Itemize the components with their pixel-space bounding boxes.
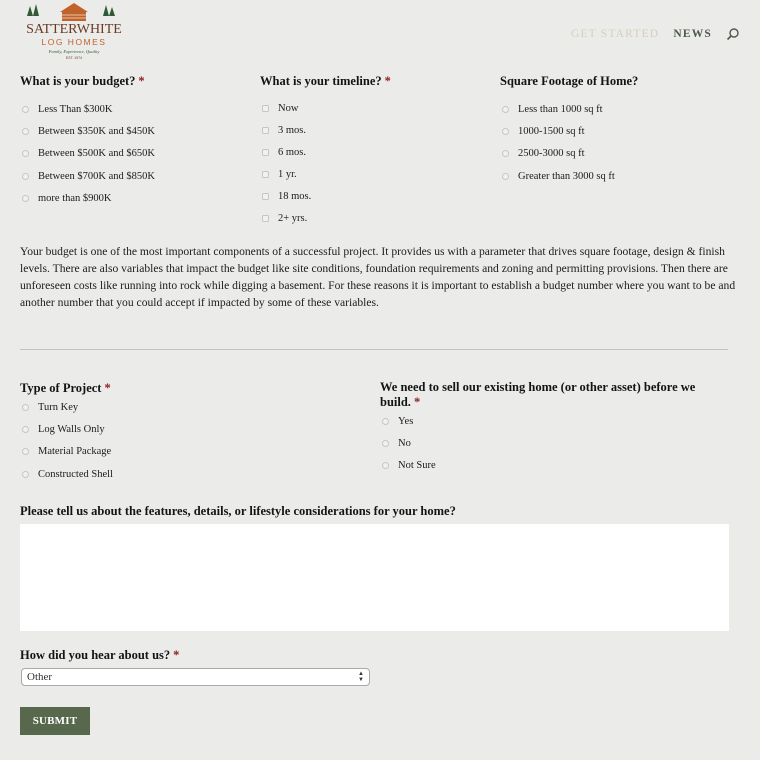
timeline-option[interactable]: 2+ yrs. xyxy=(260,207,480,229)
required-marker: * xyxy=(413,395,421,409)
logo-graphic: SATTERWHITE LOG HOMES Family, Experience… xyxy=(26,3,122,60)
budget-option[interactable]: more than $900K xyxy=(20,188,240,210)
radio-button[interactable] xyxy=(22,195,29,203)
required-marker: * xyxy=(173,648,180,662)
checkbox[interactable] xyxy=(262,148,269,156)
radio-button[interactable] xyxy=(22,448,29,456)
checkbox[interactable] xyxy=(262,170,269,178)
checkbox[interactable] xyxy=(262,126,269,134)
radio-button[interactable] xyxy=(22,426,29,434)
sell-home-group: We need to sell our existing home (or ot… xyxy=(380,380,720,477)
nav-news[interactable]: NEWS xyxy=(673,28,712,40)
radio-button[interactable] xyxy=(382,440,389,448)
features-label: Please tell us about the features, detai… xyxy=(20,504,456,518)
radio-button[interactable] xyxy=(22,470,29,478)
checkbox[interactable] xyxy=(262,214,269,222)
project-type-option[interactable]: Constructed Shell xyxy=(20,463,350,485)
project-type-option[interactable]: Turn Key xyxy=(20,396,350,418)
timeline-option[interactable]: 6 mos. xyxy=(260,141,480,163)
project-type-group: Type of Project * Turn Key Log Walls Only… xyxy=(20,381,350,486)
radio-button[interactable] xyxy=(502,105,509,113)
sell-home-option[interactable]: Yes xyxy=(380,410,720,432)
project-type-option[interactable]: Log Walls Only xyxy=(20,418,350,440)
radio-button[interactable] xyxy=(22,150,29,158)
checkbox[interactable] xyxy=(262,192,269,200)
radio-button[interactable] xyxy=(502,172,509,180)
project-type-question: Type of Project * xyxy=(20,381,111,395)
footage-option[interactable]: Greater than 3000 sq ft xyxy=(500,165,740,187)
referral-select[interactable]: Other ▲ ▼ xyxy=(21,668,370,686)
budget-group: What is your budget? * Less Than $300K Be… xyxy=(20,74,240,210)
footage-group: Square Footage of Home? Less than 1000 s… xyxy=(500,74,740,188)
submit-button[interactable]: SUBMIT xyxy=(20,707,90,735)
radio-button[interactable] xyxy=(382,462,389,470)
timeline-option[interactable]: 1 yr. xyxy=(260,163,480,185)
features-textarea[interactable] xyxy=(20,524,729,631)
required-marker: * xyxy=(104,381,111,395)
logo-name: SATTERWHITE xyxy=(26,22,122,37)
sell-home-question: We need to sell our existing home (or ot… xyxy=(380,380,696,409)
referral-label: How did you hear about us? * xyxy=(20,648,180,662)
budget-note: Your budget is one of the most important… xyxy=(20,245,736,309)
search-icon[interactable] xyxy=(726,27,740,41)
budget-option[interactable]: Between $700K and $850K xyxy=(20,165,240,187)
sell-home-option[interactable]: No xyxy=(380,432,720,454)
footage-option[interactable]: 1000-1500 sq ft xyxy=(500,120,740,142)
footage-option[interactable]: 2500-3000 sq ft xyxy=(500,143,740,165)
radio-button[interactable] xyxy=(22,105,29,113)
select-arrows-icon: ▲ ▼ xyxy=(358,671,364,683)
budget-question: What is your budget? * xyxy=(20,74,145,88)
radio-button[interactable] xyxy=(22,172,29,180)
radio-button[interactable] xyxy=(382,417,389,425)
radio-button[interactable] xyxy=(502,150,509,158)
budget-option[interactable]: Less Than $300K xyxy=(20,98,240,120)
timeline-group: What is your timeline? * Now 3 mos. 6 mos… xyxy=(260,74,480,229)
nav-get-started[interactable]: GET STARTED xyxy=(571,28,659,40)
timeline-question: What is your timeline? * xyxy=(260,74,391,88)
logo-sub: LOG HOMES xyxy=(42,37,107,47)
logo[interactable]: SATTERWHITE LOG HOMES Family, Experience… xyxy=(20,2,128,66)
sell-home-option[interactable]: Not Sure xyxy=(380,455,720,477)
referral-selected-value: Other xyxy=(27,671,53,683)
section-divider xyxy=(20,349,728,350)
main-nav: GET STARTED NEWS xyxy=(571,26,740,42)
footage-option[interactable]: Less than 1000 sq ft xyxy=(500,98,740,120)
logo-est: EST. 1974 xyxy=(66,56,82,60)
logo-tagline: Family, Experience, Quality xyxy=(48,49,100,55)
project-type-option[interactable]: Material Package xyxy=(20,441,350,463)
footage-question: Square Footage of Home? xyxy=(500,74,639,88)
timeline-option[interactable]: Now xyxy=(260,97,480,119)
radio-button[interactable] xyxy=(22,403,29,411)
checkbox[interactable] xyxy=(262,104,269,112)
required-marker: * xyxy=(384,74,391,88)
radio-button[interactable] xyxy=(502,128,509,136)
timeline-option[interactable]: 3 mos. xyxy=(260,119,480,141)
budget-option[interactable]: Between $350K and $450K xyxy=(20,120,240,142)
budget-option[interactable]: Between $500K and $650K xyxy=(20,143,240,165)
required-marker: * xyxy=(138,74,145,88)
timeline-option[interactable]: 18 mos. xyxy=(260,185,480,207)
radio-button[interactable] xyxy=(22,128,29,136)
